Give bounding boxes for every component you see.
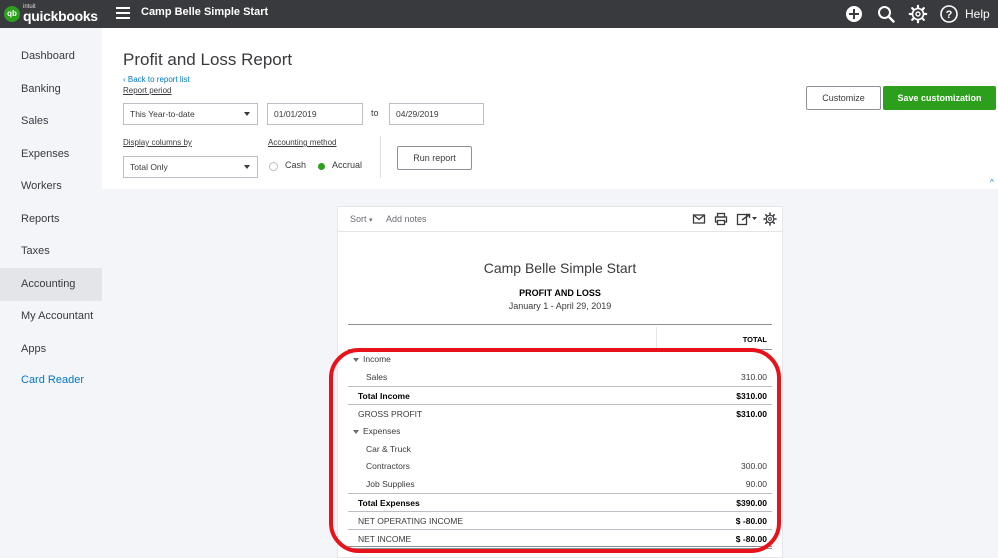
accrual-radio-label: Accrual <box>332 160 363 170</box>
sidebar-item-dashboard[interactable]: Dashboard <box>0 40 102 73</box>
report-period-label: Report period <box>123 86 172 95</box>
gear-icon[interactable] <box>908 4 928 24</box>
sidebar-item-reports[interactable]: Reports <box>0 203 102 236</box>
sidebar-item-card-reader[interactable]: Card Reader <box>0 364 102 397</box>
page-title: Profit and Loss Report <box>123 50 293 69</box>
chevron-down-icon <box>244 112 250 116</box>
report-header-rule <box>348 324 772 325</box>
back-link-label: Back to report list <box>127 75 190 84</box>
hamburger-icon[interactable] <box>116 7 130 19</box>
to-label: to <box>371 108 379 118</box>
cash-radio[interactable] <box>269 162 278 171</box>
back-to-report-list-link[interactable]: ‹ Back to report list <box>123 75 190 84</box>
save-customization-button[interactable]: Save customization <box>883 86 996 110</box>
print-icon[interactable] <box>714 212 728 226</box>
to-date-input[interactable]: 04/29/2019 <box>389 103 484 125</box>
logo-wordmark: quickbooks <box>23 8 98 24</box>
highlight-annotation <box>329 348 781 553</box>
top-bar: qb intuit quickbooks Camp Belle Simple S… <box>0 0 998 28</box>
sort-label: Sort <box>350 214 367 224</box>
from-date-input[interactable]: 01/01/2019 <box>267 103 363 125</box>
run-report-button[interactable]: Run report <box>397 146 472 170</box>
svg-text:?: ? <box>946 9 953 21</box>
customize-button[interactable]: Customize <box>806 86 881 110</box>
sidebar: Dashboard Banking Sales Expenses Workers… <box>0 28 102 558</box>
report-period-value: This Year-to-date <box>130 109 195 119</box>
sidebar-item-sales[interactable]: Sales <box>0 105 102 138</box>
settings-icon[interactable] <box>763 212 777 226</box>
report-company-name: Camp Belle Simple Start <box>483 260 637 276</box>
company-name: Camp Belle Simple Start <box>141 6 269 18</box>
report-date-range: January 1 - April 29, 2019 <box>508 301 612 311</box>
quickbooks-logo[interactable]: qb intuit quickbooks <box>4 4 98 24</box>
sidebar-item-expenses[interactable]: Expenses <box>0 138 102 171</box>
sidebar-item-taxes[interactable]: Taxes <box>0 235 102 268</box>
display-columns-value: Total Only <box>130 162 168 172</box>
plus-icon[interactable] <box>844 4 864 24</box>
divider <box>380 136 381 178</box>
cash-radio-label: Cash <box>285 160 307 170</box>
report-period-select[interactable]: This Year-to-date <box>123 103 258 125</box>
email-icon[interactable] <box>692 212 706 226</box>
column-divider <box>656 327 657 349</box>
display-columns-label: Display columns by <box>123 138 192 147</box>
accounting-method-label: Accounting method <box>268 138 337 147</box>
accrual-radio[interactable] <box>318 163 325 170</box>
collapse-icon[interactable]: ^ <box>990 178 998 188</box>
sidebar-item-accounting[interactable]: Accounting <box>0 268 102 301</box>
sidebar-item-my-accountant[interactable]: My Accountant <box>0 300 102 333</box>
help-label[interactable]: Help <box>965 7 990 21</box>
caret-down-icon: ▾ <box>369 217 373 224</box>
chevron-down-icon <box>244 165 250 169</box>
sort-dropdown[interactable]: Sort ▾ <box>350 214 373 224</box>
display-columns-select[interactable]: Total Only <box>123 156 258 178</box>
sidebar-item-banking[interactable]: Banking <box>0 73 102 106</box>
search-icon[interactable] <box>876 4 896 24</box>
add-notes-link[interactable]: Add notes <box>386 214 427 224</box>
sidebar-item-workers[interactable]: Workers <box>0 170 102 203</box>
help-icon[interactable]: ? <box>939 4 959 24</box>
export-icon[interactable] <box>736 212 758 226</box>
sidebar-item-apps[interactable]: Apps <box>0 333 102 366</box>
qb-badge-icon: qb <box>4 6 20 22</box>
total-column-header: TOTAL <box>742 335 767 344</box>
report-title: PROFIT AND LOSS <box>519 288 601 298</box>
